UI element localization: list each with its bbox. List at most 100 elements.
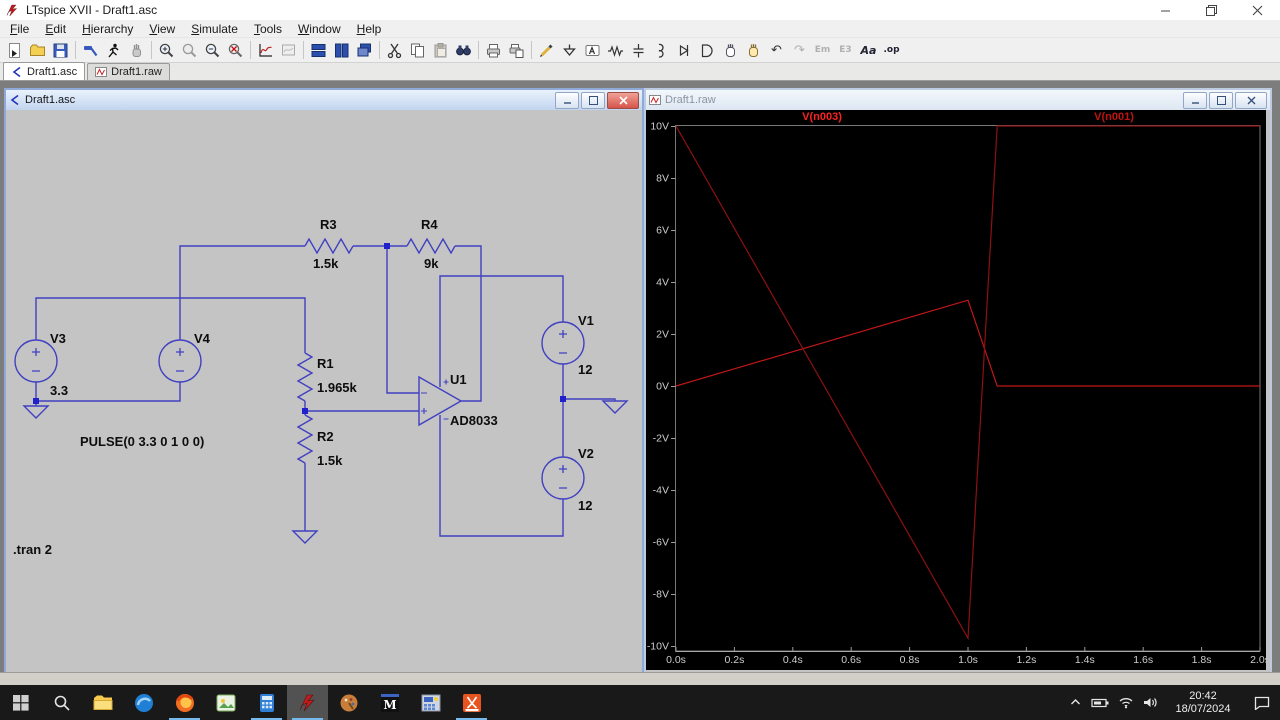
zoom-in-icon[interactable]: [155, 39, 178, 61]
schematic-close-button[interactable]: [607, 91, 639, 109]
waveform-maximize-button[interactable]: [1209, 91, 1233, 109]
schematic-maximize-button[interactable]: [581, 91, 605, 109]
zoom-back-icon[interactable]: [178, 39, 201, 61]
label-v2-name[interactable]: V2: [578, 446, 594, 461]
open-file-icon[interactable]: [26, 39, 49, 61]
tab-draft1-asc[interactable]: Draft1.asc: [3, 62, 86, 80]
cut-icon[interactable]: [383, 39, 406, 61]
app-titlebar[interactable]: LTspice XVII - Draft1.asc: [0, 0, 1280, 20]
waveform-close-button[interactable]: [1235, 91, 1267, 109]
source-v1-symbol[interactable]: [541, 321, 585, 365]
new-schematic-icon[interactable]: [3, 39, 26, 61]
menu-view[interactable]: View: [141, 21, 183, 37]
label-v4-name[interactable]: V4: [194, 331, 210, 346]
menu-help[interactable]: Help: [349, 21, 390, 37]
move-icon[interactable]: [719, 39, 742, 61]
mark-e3-icon[interactable]: E3: [834, 39, 857, 61]
taskbar-miktex-icon[interactable]: M: [369, 685, 410, 720]
waveform-plot-area[interactable]: 10V 8V 6V 4V 2V 0V -2V -4V -6V -8V -10V 0.0s 0.2s 0.4…: [646, 110, 1266, 670]
source-v4-symbol[interactable]: [158, 339, 202, 383]
schematic-canvas[interactable]: R3 1.5k R4 9k V3 3.3 V4 PULSE(0 3.3 0 1 …: [6, 110, 638, 670]
resistor-r2-symbol[interactable]: [296, 414, 314, 464]
tile-horizontal-icon[interactable]: [307, 39, 330, 61]
pan-plot-icon[interactable]: [277, 39, 300, 61]
place-resistor-icon[interactable]: [604, 39, 627, 61]
menu-hierarchy[interactable]: Hierarchy: [74, 21, 141, 37]
taskbar-blue-circle-app-icon[interactable]: [123, 685, 164, 720]
taskbar-start-button[interactable]: [0, 685, 41, 720]
label-r4-value[interactable]: 9k: [424, 256, 438, 271]
label-v3-name[interactable]: V3: [50, 331, 66, 346]
source-v3-symbol[interactable]: [14, 339, 58, 383]
resistor-r3-symbol[interactable]: [304, 237, 354, 255]
place-component-icon[interactable]: [696, 39, 719, 61]
taskbar-calculator-icon[interactable]: [246, 685, 287, 720]
label-v4-value[interactable]: PULSE(0 3.3 0 1 0 0): [80, 434, 204, 449]
label-u1-name[interactable]: U1: [450, 372, 467, 387]
place-capacitor-icon[interactable]: [627, 39, 650, 61]
draw-wire-icon[interactable]: [535, 39, 558, 61]
control-panel-icon[interactable]: [79, 39, 102, 61]
menu-window[interactable]: Window: [290, 21, 349, 37]
print-preview-icon[interactable]: [505, 39, 528, 61]
label-r1-value[interactable]: 1.965k: [317, 380, 357, 395]
taskbar-grid-utility-icon[interactable]: [410, 685, 451, 720]
label-r3-name[interactable]: R3: [320, 217, 337, 232]
halt-simulation-icon[interactable]: [125, 39, 148, 61]
place-inductor-icon[interactable]: [650, 39, 673, 61]
label-v1-value[interactable]: 12: [578, 362, 592, 377]
label-r2-value[interactable]: 1.5k: [317, 453, 342, 468]
paste-icon[interactable]: [429, 39, 452, 61]
label-v3-value[interactable]: 3.3: [50, 383, 68, 398]
wifi-icon[interactable]: [1118, 696, 1134, 709]
speaker-icon[interactable]: [1143, 696, 1158, 709]
legend-v-n003-[interactable]: V(n003): [802, 111, 842, 123]
hidden-icons-chevron-icon[interactable]: [1069, 696, 1082, 709]
place-net-label-icon[interactable]: [581, 39, 604, 61]
place-diode-icon[interactable]: [673, 39, 696, 61]
mark-em-icon[interactable]: Em: [811, 39, 834, 61]
taskbar-firefox-icon[interactable]: [164, 685, 205, 720]
autorange-y-icon[interactable]: [254, 39, 277, 61]
label-r2-name[interactable]: R2: [317, 429, 334, 444]
add-text-icon[interactable]: Aa: [857, 39, 880, 61]
print-icon[interactable]: [482, 39, 505, 61]
drag-icon[interactable]: [742, 39, 765, 61]
source-v2-symbol[interactable]: [541, 456, 585, 500]
legend-v-n001-[interactable]: V(n001): [1094, 111, 1134, 123]
waveform-window-titlebar[interactable]: Draft1.raw: [646, 90, 1270, 110]
resistor-r1-symbol[interactable]: [296, 352, 314, 402]
taskbar-search-icon[interactable]: [41, 685, 82, 720]
find-icon[interactable]: [452, 39, 475, 61]
app-minimize-button[interactable]: [1142, 0, 1188, 20]
label-v1-name[interactable]: V1: [578, 313, 594, 328]
taskbar-ltspice-icon[interactable]: [287, 685, 328, 720]
label-spice-directive[interactable]: .tran 2: [13, 542, 52, 557]
action-center-icon[interactable]: [1254, 696, 1270, 710]
redo-icon[interactable]: ↷: [788, 39, 811, 61]
battery-icon[interactable]: [1091, 697, 1109, 709]
trace-v-n001-[interactable]: [675, 125, 1260, 641]
trace-v-n003-[interactable]: [675, 299, 1260, 387]
taskbar-paint-app-icon[interactable]: [328, 685, 369, 720]
label-v2-value[interactable]: 12: [578, 498, 592, 513]
tile-vertical-icon[interactable]: [330, 39, 353, 61]
taskbar-adobe-reader-icon[interactable]: [451, 685, 492, 720]
run-simulation-icon[interactable]: [102, 39, 125, 61]
waveform-minimize-button[interactable]: [1183, 91, 1207, 109]
taskbar-photo-app-icon[interactable]: [205, 685, 246, 720]
label-r3-value[interactable]: 1.5k: [313, 256, 338, 271]
zoom-out-icon[interactable]: [201, 39, 224, 61]
menu-simulate[interactable]: Simulate: [183, 21, 246, 37]
taskbar-file-explorer-icon[interactable]: [82, 685, 123, 720]
place-ground-icon[interactable]: [558, 39, 581, 61]
tab-draft1-raw[interactable]: Draft1.raw: [87, 63, 170, 80]
menu-file[interactable]: File: [2, 21, 37, 37]
label-r4-name[interactable]: R4: [421, 217, 438, 232]
app-close-button[interactable]: [1234, 0, 1280, 20]
label-u1-value[interactable]: AD8033: [450, 413, 498, 428]
menu-edit[interactable]: Edit: [37, 21, 74, 37]
menu-tools[interactable]: Tools: [246, 21, 290, 37]
save-icon[interactable]: [49, 39, 72, 61]
resistor-r4-symbol[interactable]: [406, 237, 456, 255]
